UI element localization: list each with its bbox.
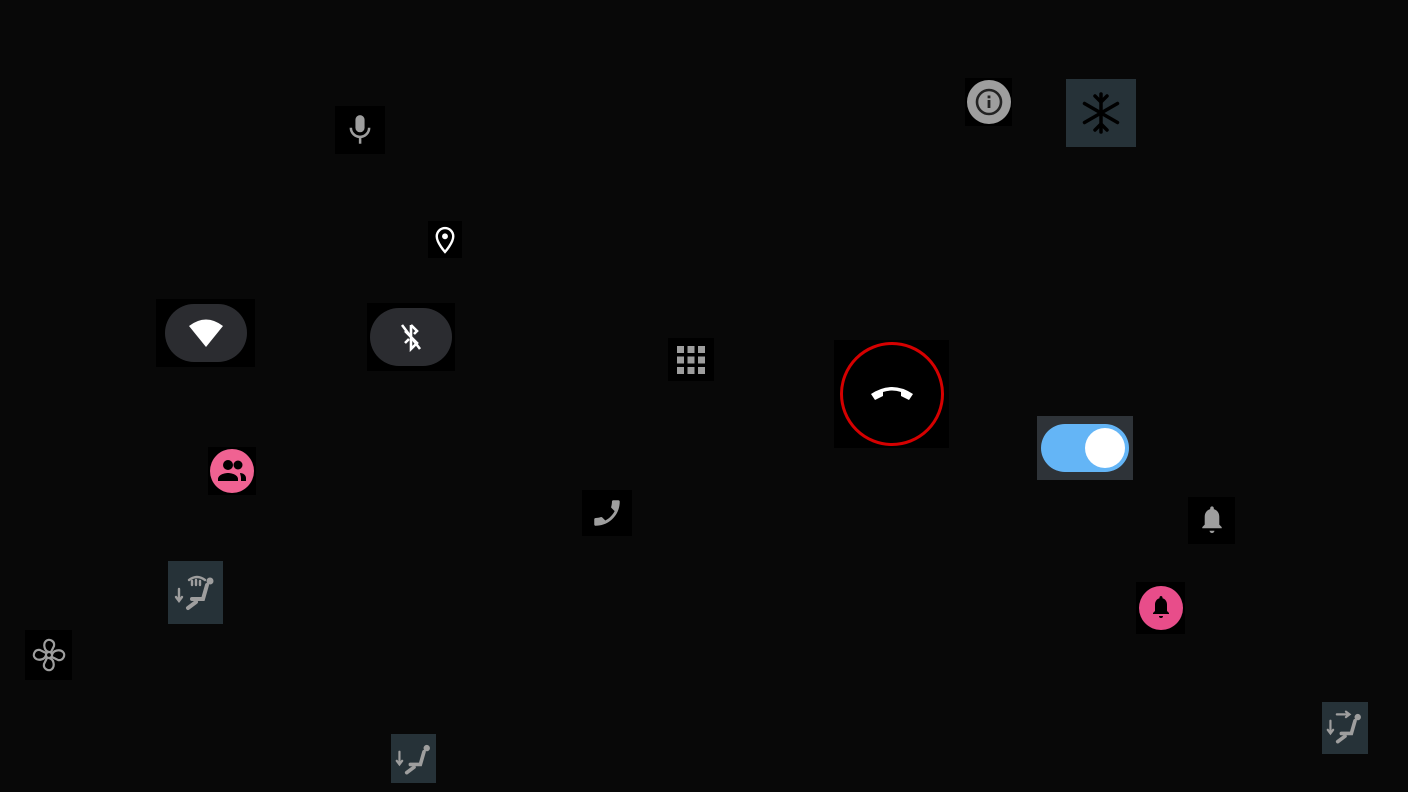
location-button[interactable] <box>428 221 462 258</box>
microphone-button[interactable] <box>335 106 385 154</box>
call-end-icon <box>870 387 913 400</box>
dialpad-button[interactable] <box>668 338 714 381</box>
bell-icon <box>1201 505 1222 533</box>
microphone-icon <box>349 115 371 144</box>
hangup-button[interactable] <box>834 340 949 448</box>
seat-airflow-down-button[interactable] <box>391 734 436 783</box>
notifications-alert-button[interactable] <box>1136 582 1185 634</box>
settings-toggle[interactable] <box>1037 416 1133 480</box>
info-icon <box>966 80 1011 124</box>
phone-icon <box>594 500 620 526</box>
notifications-button[interactable] <box>1188 497 1235 544</box>
wifi-toggle[interactable] <box>156 299 255 367</box>
people-icon <box>218 460 246 481</box>
contacts-button[interactable] <box>208 447 256 495</box>
seat-airflow-mixed-button[interactable] <box>1322 702 1368 754</box>
fan-icon <box>32 638 65 672</box>
location-pin-icon <box>435 226 455 254</box>
seat-airflow-down-icon <box>395 744 430 774</box>
info-button[interactable] <box>965 78 1012 126</box>
phone-button[interactable] <box>582 490 632 536</box>
toggle-knob <box>1085 428 1125 468</box>
wifi-icon <box>188 319 223 347</box>
bell-icon <box>1152 596 1169 618</box>
seat-windshield-airflow-icon <box>174 575 213 610</box>
seat-airflow-forward-down-icon <box>1326 710 1361 744</box>
dialpad-icon <box>677 345 705 374</box>
bluetooth-toggle[interactable] <box>367 303 455 371</box>
toggle-track[interactable] <box>1041 424 1129 472</box>
bluetooth-off-icon <box>400 324 422 353</box>
defrost-button[interactable] <box>1066 79 1136 147</box>
fan-button[interactable] <box>25 630 72 680</box>
snowflake-icon <box>1082 92 1120 134</box>
seat-heat-button[interactable] <box>168 561 223 624</box>
